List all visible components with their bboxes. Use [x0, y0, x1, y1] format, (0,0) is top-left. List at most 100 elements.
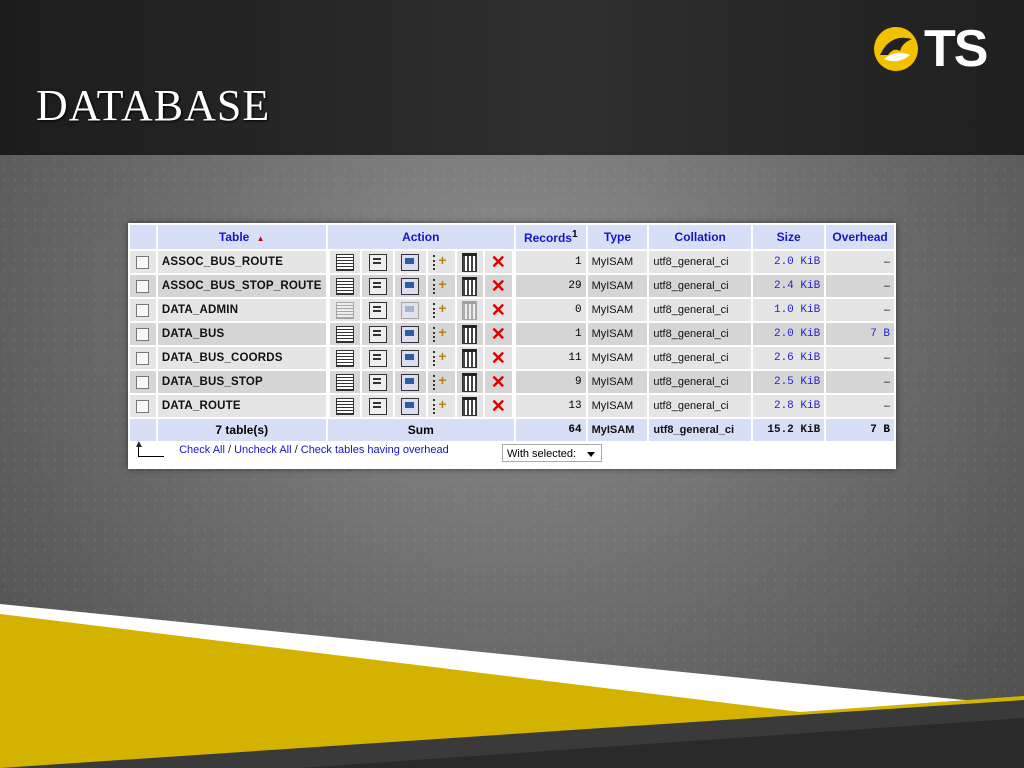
collation-column-header[interactable]: Collation — [649, 225, 752, 249]
structure-icon[interactable] — [368, 253, 387, 271]
drop-icon[interactable]: ✕ — [490, 349, 506, 367]
slide-title: DATABASE — [36, 81, 271, 130]
table-name[interactable]: DATA_BUS — [157, 323, 326, 345]
search-icon[interactable] — [401, 325, 420, 343]
row-checkbox[interactable] — [136, 400, 150, 414]
table-name[interactable]: DATA_BUS_COORDS — [157, 347, 326, 369]
insert-icon[interactable] — [433, 276, 449, 294]
insert-icon[interactable] — [433, 324, 449, 342]
row-checkbox[interactable] — [136, 256, 150, 270]
size-cell[interactable]: 2.0 KiB — [753, 251, 825, 273]
table-name[interactable]: ASSOC_BUS_STOP_ROUTE — [157, 275, 326, 297]
structure-icon[interactable] — [368, 397, 387, 415]
action-cell — [457, 299, 483, 321]
browse-icon[interactable] — [335, 397, 354, 415]
summary-empty — [130, 419, 156, 441]
insert-icon[interactable] — [433, 252, 449, 270]
title-band — [0, 0, 1024, 155]
action-cell — [329, 395, 361, 417]
browse-icon[interactable] — [335, 253, 354, 271]
row-checkbox[interactable] — [136, 352, 150, 366]
search-icon[interactable] — [401, 397, 420, 415]
size-column-header[interactable]: Size — [753, 225, 825, 249]
size-cell[interactable]: 2.5 KiB — [753, 371, 825, 393]
browse-icon[interactable] — [335, 349, 354, 367]
search-icon[interactable] — [401, 253, 420, 271]
insert-icon[interactable] — [433, 372, 449, 390]
insert-icon[interactable] — [433, 300, 449, 318]
table-row[interactable]: DATA_ROUTE ✕ 13MyISAMutf8_general_ci2.8 Ki… — [130, 395, 894, 417]
table-column-header[interactable]: Table ▲ — [157, 225, 326, 249]
action-cell — [329, 347, 361, 369]
drop-icon[interactable]: ✕ — [490, 373, 506, 391]
drop-icon[interactable]: ✕ — [490, 277, 506, 295]
size-cell[interactable]: 2.4 KiB — [753, 275, 825, 297]
empty-icon[interactable] — [462, 396, 478, 416]
overhead-cell: – — [826, 371, 894, 393]
action-cell — [427, 371, 455, 393]
empty-icon[interactable] — [462, 324, 478, 344]
insert-icon[interactable] — [433, 396, 449, 414]
size-cell[interactable]: 2.0 KiB — [753, 323, 825, 345]
table-row[interactable]: DATA_ADMIN ✕ 0MyISAMutf8_general_ci1.0 KiB… — [130, 299, 894, 321]
browse-icon[interactable] — [335, 277, 354, 295]
table-row[interactable]: DATA_BUS_STOP ✕ 9MyISAMutf8_general_ci2.5 … — [130, 371, 894, 393]
drop-icon[interactable]: ✕ — [490, 301, 506, 319]
size-cell[interactable]: 2.6 KiB — [753, 347, 825, 369]
structure-icon[interactable] — [368, 301, 387, 319]
empty-icon[interactable] — [462, 300, 478, 320]
empty-icon[interactable] — [462, 372, 478, 392]
table-name[interactable]: DATA_BUS_STOP — [157, 371, 326, 393]
row-checkbox[interactable] — [136, 328, 150, 342]
structure-icon[interactable] — [368, 373, 387, 391]
uncheck-all-link[interactable]: Uncheck All — [234, 444, 291, 456]
empty-icon[interactable] — [462, 348, 478, 368]
action-cell: ✕ — [484, 299, 512, 321]
structure-icon[interactable] — [368, 325, 387, 343]
structure-icon[interactable] — [368, 349, 387, 367]
action-column-header: Action — [327, 225, 514, 249]
insert-icon[interactable] — [433, 348, 449, 366]
with-selected-dropdown[interactable]: With selected: — [502, 444, 602, 462]
drop-icon[interactable]: ✕ — [490, 253, 506, 271]
action-cell — [457, 347, 483, 369]
row-checkbox[interactable] — [136, 280, 150, 294]
type-column-header[interactable]: Type — [587, 225, 648, 249]
size-cell[interactable]: 1.0 KiB — [753, 299, 825, 321]
browse-icon[interactable] — [335, 325, 354, 343]
bulk-actions-bar: ▲ Check All / Uncheck All / Check tables… — [134, 439, 449, 457]
search-icon[interactable] — [401, 277, 420, 295]
search-icon[interactable] — [401, 349, 420, 367]
action-cell — [395, 251, 426, 273]
action-cell: ✕ — [484, 323, 512, 345]
action-cell: ✕ — [484, 275, 512, 297]
table-name[interactable]: DATA_ROUTE — [157, 395, 326, 417]
structure-icon[interactable] — [368, 277, 387, 295]
action-cell — [395, 395, 426, 417]
table-row[interactable]: ASSOC_BUS_STOP_ROUTE ✕ 29MyISAMutf8_genera… — [130, 275, 894, 297]
row-select-cell — [130, 275, 156, 297]
search-icon[interactable] — [401, 373, 420, 391]
row-checkbox[interactable] — [136, 304, 150, 318]
table-name[interactable]: DATA_ADMIN — [157, 299, 326, 321]
check-overhead-link[interactable]: Check tables having overhead — [301, 444, 449, 456]
records-cell: 0 — [515, 299, 586, 321]
overhead-column-header[interactable]: Overhead — [826, 225, 894, 249]
drop-icon[interactable]: ✕ — [490, 325, 506, 343]
empty-icon[interactable] — [462, 252, 478, 272]
action-cell — [362, 347, 393, 369]
table-row[interactable]: ASSOC_BUS_ROUTE ✕ 1MyISAMutf8_general_ci2.… — [130, 251, 894, 273]
browse-icon[interactable] — [335, 373, 354, 391]
table-row[interactable]: DATA_BUS_COORDS ✕ 11MyISAMutf8_general_ci2… — [130, 347, 894, 369]
check-all-link[interactable]: Check All — [179, 444, 225, 456]
drop-icon[interactable]: ✕ — [490, 397, 506, 415]
size-cell[interactable]: 2.8 KiB — [753, 395, 825, 417]
table-name[interactable]: ASSOC_BUS_ROUTE — [157, 251, 326, 273]
empty-icon[interactable] — [462, 276, 478, 296]
summary-size: 15.2 KiB — [753, 419, 825, 441]
records-column-header[interactable]: Records1 — [515, 225, 586, 249]
browse-icon[interactable] — [335, 301, 354, 319]
row-checkbox[interactable] — [136, 376, 150, 390]
search-icon[interactable] — [401, 301, 420, 319]
table-row[interactable]: DATA_BUS ✕ 1MyISAMutf8_general_ci2.0 KiB7 … — [130, 323, 894, 345]
